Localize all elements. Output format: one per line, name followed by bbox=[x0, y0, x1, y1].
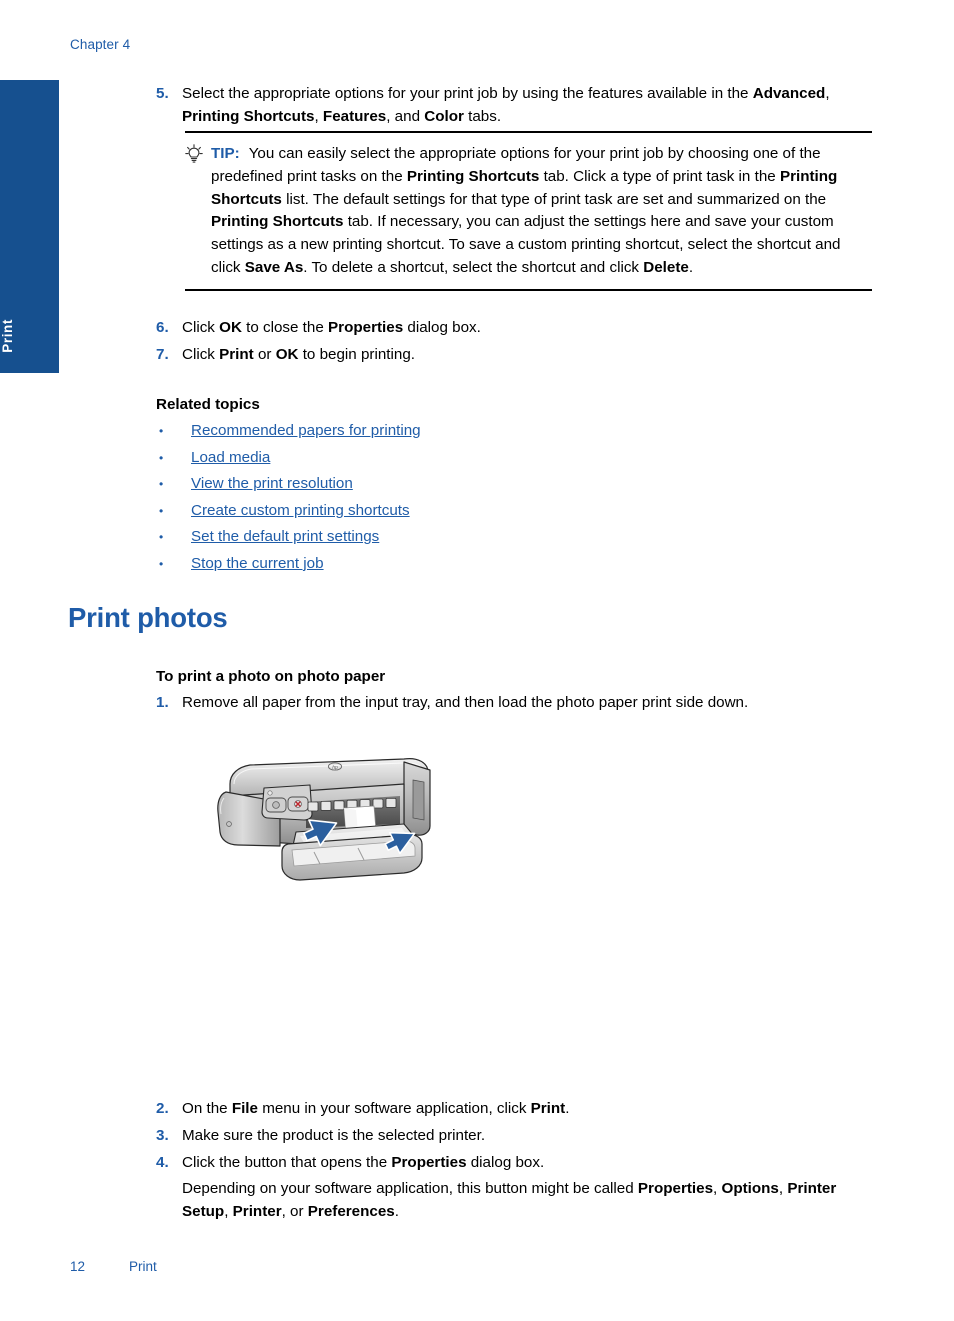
step-number: 6. bbox=[156, 319, 169, 336]
step-4-note: Depending on your software application, … bbox=[156, 1178, 856, 1223]
related-topics-title: Related topics bbox=[156, 396, 260, 413]
step-7: 7. Click Print or OK to begin printing. bbox=[156, 344, 868, 367]
bullet-icon: • bbox=[159, 477, 164, 491]
step-number: 5. bbox=[156, 85, 169, 102]
tip-text: TIP: You can easily select the appropriat… bbox=[211, 143, 872, 280]
step-number: 2. bbox=[156, 1100, 169, 1117]
step-1: 1. Remove all paper from the input tray,… bbox=[156, 692, 868, 715]
step-number: 4. bbox=[156, 1154, 169, 1171]
step-3: 3. Make sure the product is the selected… bbox=[156, 1125, 868, 1148]
bullet-icon: • bbox=[159, 503, 164, 518]
step-number: 3. bbox=[156, 1127, 169, 1144]
step-text: On the File menu in your software applic… bbox=[182, 1100, 570, 1117]
related-topic-item: • Recommended papers for printing bbox=[156, 422, 756, 449]
step-text: Make sure the product is the selected pr… bbox=[182, 1127, 486, 1144]
step-number: 1. bbox=[156, 694, 169, 711]
step-text: Remove all paper from the input tray, an… bbox=[182, 694, 749, 711]
step-text: Click Print or OK to begin printing. bbox=[182, 346, 415, 363]
bullet-icon: • bbox=[159, 424, 164, 438]
tip-label: TIP: bbox=[211, 145, 240, 162]
related-topics-list: • Recommended papers for printing • Load me… bbox=[156, 422, 756, 581]
related-topic-link[interactable]: Create custom printing shortcuts bbox=[191, 502, 410, 519]
step-text: Click OK to close the Properties dialog … bbox=[182, 319, 481, 336]
svg-text:hp: hp bbox=[332, 765, 338, 771]
step-number: 7. bbox=[156, 346, 169, 363]
related-topic-item: • Set the default print settings bbox=[156, 528, 756, 555]
bullet-icon: • bbox=[159, 450, 164, 465]
tip-callout: TIP: You can easily select the appropriat… bbox=[185, 131, 872, 291]
step-5: 5. Select the appropriate options for yo… bbox=[156, 83, 868, 128]
related-topic-link[interactable]: Stop the current job bbox=[191, 555, 324, 572]
related-topic-item: • Load media bbox=[156, 449, 756, 476]
related-topic-link[interactable]: Load media bbox=[191, 449, 270, 466]
bullet-icon: • bbox=[159, 530, 164, 544]
related-topic-link[interactable]: View the print resolution bbox=[191, 475, 353, 492]
bullet-icon: • bbox=[159, 556, 164, 571]
printer-illustration: hp bbox=[208, 740, 448, 900]
related-topic-item: • Stop the current job bbox=[156, 555, 756, 582]
related-topic-item: • View the print resolution bbox=[156, 475, 756, 502]
footer-page-number: 12 bbox=[70, 1259, 86, 1274]
tip-body: You can easily select the appropriate op… bbox=[211, 145, 841, 276]
page-title: Print photos bbox=[68, 602, 228, 633]
step-text: Click the button that opens the Properti… bbox=[182, 1154, 545, 1171]
tip-inner: TIP: You can easily select the appropriat… bbox=[185, 143, 872, 280]
step-2: 2. On the File menu in your software app… bbox=[156, 1098, 868, 1121]
step-4: 4. Click the button that opens the Prope… bbox=[156, 1152, 868, 1175]
lightbulb-icon bbox=[185, 143, 211, 169]
step-text: Depending on your software application, … bbox=[182, 1180, 837, 1220]
procedure-title: To print a photo on photo paper bbox=[156, 668, 386, 685]
step-6: 6. Click OK to close the Properties dial… bbox=[156, 317, 868, 340]
footer-section-label: Print bbox=[129, 1259, 157, 1274]
page-content: 5. Select the appropriate options for yo… bbox=[0, 0, 954, 1321]
related-topic-link[interactable]: Recommended papers for printing bbox=[191, 422, 421, 439]
step-text: Select the appropriate options for your … bbox=[182, 85, 830, 125]
related-topic-item: • Create custom printing shortcuts bbox=[156, 502, 756, 529]
printer-control-panel bbox=[261, 784, 313, 821]
related-topic-link[interactable]: Set the default print settings bbox=[191, 528, 379, 545]
